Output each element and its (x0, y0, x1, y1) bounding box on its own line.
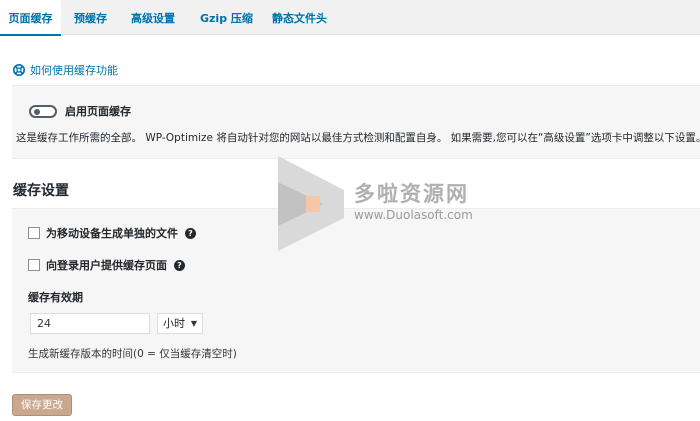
lifebuoy-icon (13, 64, 25, 76)
help-icon[interactable]: ? (174, 259, 185, 271)
help-link[interactable]: 如何使用缓存功能 (13, 62, 118, 78)
help-icon[interactable]: ? (185, 227, 196, 239)
enable-cache-label: 启用页面缓存 (65, 105, 131, 118)
help-link-label[interactable]: 如何使用缓存功能 (30, 62, 118, 78)
lifespan-unit-value: 小时 (163, 317, 185, 330)
loggedin-cache-label: 向登录用户提供缓存页面 (46, 259, 167, 272)
save-changes-button[interactable]: 保存更改 (12, 394, 72, 416)
cache-settings-title: 缓存设置 (13, 183, 69, 199)
caret-down-icon: ▼ (190, 319, 197, 328)
watermark-text: 多啦资源网 (354, 182, 469, 206)
watermark-url: www.Duolasoft.com (354, 208, 473, 222)
enable-cache-panel: 启用页面缓存 这是缓存工作所需的全部。 WP-Optimize 将自动针对您的网… (12, 85, 700, 159)
enable-cache-toggle[interactable] (29, 105, 57, 118)
loggedin-cache-checkbox[interactable] (28, 259, 40, 271)
watermark-logo (278, 156, 344, 251)
tab-static-headers[interactable]: 静态文件头 (272, 0, 327, 34)
lifespan-unit-select[interactable]: 小时 ▼ (157, 313, 203, 334)
tab-advanced-settings[interactable]: 高级设置 (131, 0, 175, 34)
mobile-cache-row: 为移动设备生成单独的文件 ? (28, 225, 196, 241)
toggle-knob (34, 109, 40, 115)
cache-lifespan-label: 缓存有效期 (28, 291, 83, 304)
cache-lifespan-description: 生成新缓存版本的时间(0 = 仅当缓存清空时) (28, 348, 237, 360)
tab-bar: 页面缓存 预缓存 高级设置 Gzip 压缩 静态文件头 (0, 0, 700, 36)
enable-cache-description: 这是缓存工作所需的全部。 WP-Optimize 将自动针对您的网站以最佳方式检… (16, 132, 700, 144)
cache-settings-panel: 为移动设备生成单独的文件 ? 向登录用户提供缓存页面 ? 缓存有效期 24 小时… (12, 208, 700, 373)
mobile-cache-label: 为移动设备生成单独的文件 (46, 227, 178, 240)
cache-lifespan-input[interactable]: 24 (30, 313, 150, 334)
tab-page-cache[interactable]: 页面缓存 (0, 0, 61, 36)
mobile-cache-checkbox[interactable] (28, 227, 40, 239)
loggedin-cache-row: 向登录用户提供缓存页面 ? (28, 257, 185, 273)
tab-gzip[interactable]: Gzip 压缩 (200, 0, 253, 34)
tab-preload[interactable]: 预缓存 (74, 0, 107, 34)
